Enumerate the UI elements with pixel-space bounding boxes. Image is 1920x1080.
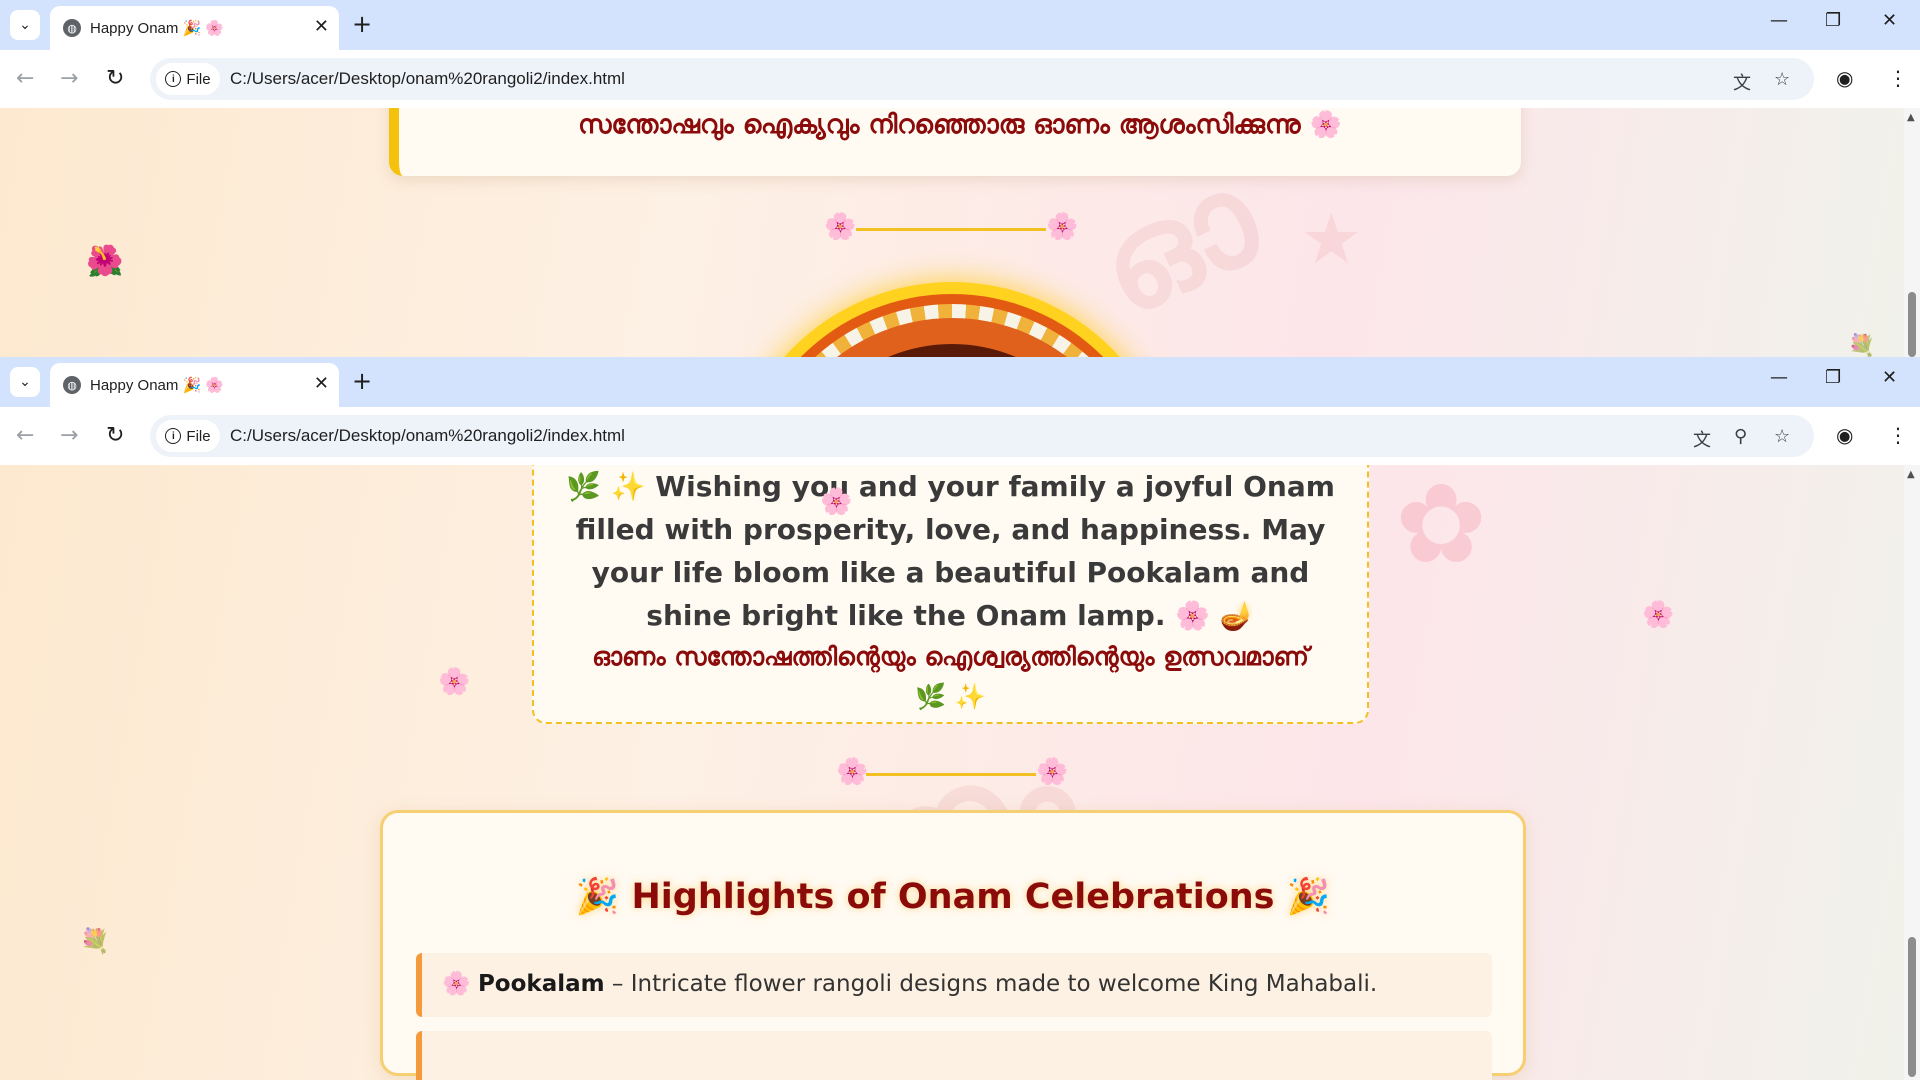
tab-search-button[interactable]: ⌄ — [10, 367, 40, 397]
browser-window-bottom: ⌄ ◍ Happy Onam 🎉 🌸 ✕ + — ❐ ✕ ← → ↻ i File… — [0, 357, 1920, 1080]
highlights-card: 🎉 Highlights of Onam Celebrations 🎉 🌸 Po… — [380, 810, 1526, 1080]
wish-message-box: 🌿 ✨ Wishing you and your family a joyful… — [532, 465, 1369, 724]
wish-malayalam: ഓണം സന്തോഷത്തിന്റെയും ഐശ്വര്യത്തിന്റെയും… — [592, 642, 1309, 711]
highlight-item-next — [416, 1031, 1492, 1080]
scroll-up-arrow[interactable]: ▲ — [1907, 469, 1915, 480]
scroll-up-arrow[interactable]: ▲ — [1907, 112, 1915, 123]
new-tab-button[interactable]: + — [352, 367, 372, 395]
highlight-name: Pookalam — [477, 971, 605, 997]
chevron-down-icon: ⌄ — [19, 17, 31, 33]
tab-happy-onam[interactable]: ◍ Happy Onam 🎉 🌸 ✕ — [50, 6, 339, 50]
reload-icon[interactable]: ↻ — [106, 66, 124, 91]
close-window-button[interactable]: ✕ — [1882, 367, 1897, 388]
bg-star-icon: ★ — [1300, 198, 1363, 280]
zoom-icon[interactable]: ⚲ — [1734, 426, 1747, 447]
site-info-chip[interactable]: i File — [156, 63, 220, 95]
floating-bouquet-icon: 💐 — [1848, 334, 1876, 357]
flower-icon: 🌸 — [442, 971, 471, 997]
tab-title: Happy Onam 🎉 🌸 — [90, 377, 225, 394]
back-icon[interactable]: ← — [16, 66, 34, 91]
greeting-malayalam: സന്തോഷവും ഐക്യവും നിറഞ്ഞൊരു ഓണം ആശംസിക്ക… — [578, 110, 1342, 140]
toolbar: ← → ↻ i File C:/Users/acer/Desktop/onam%2… — [0, 50, 1920, 109]
profile-icon[interactable]: ◉ — [1836, 423, 1853, 447]
divider-line — [856, 228, 1046, 231]
tab-strip: ⌄ ◍ Happy Onam 🎉 🌸 ✕ + — ❐ ✕ — [0, 357, 1920, 407]
tab-close-icon[interactable]: ✕ — [314, 16, 329, 37]
back-icon[interactable]: ← — [16, 423, 34, 448]
floating-bouquet-icon: 💐 — [80, 927, 110, 955]
site-chip-label: File — [186, 70, 211, 88]
info-icon: i — [165, 428, 182, 444]
minimize-button[interactable]: — — [1770, 367, 1788, 388]
globe-icon: ◍ — [63, 376, 81, 394]
floating-flower-icon: 🌸 — [438, 667, 471, 697]
floating-flower-icon: 🌸 — [1642, 600, 1675, 630]
reload-icon[interactable]: ↻ — [106, 423, 124, 448]
onam-lamp-rangoli — [727, 282, 1177, 357]
bg-flower-icon: ✿ — [1395, 465, 1488, 588]
browser-window-top: ⌄ ◍ Happy Onam 🎉 🌸 ✕ + — ❐ ✕ ← → ↻ i File… — [0, 0, 1920, 357]
close-window-button[interactable]: ✕ — [1882, 10, 1897, 31]
chevron-down-icon: ⌄ — [19, 374, 31, 390]
tab-strip: ⌄ ◍ Happy Onam 🎉 🌸 ✕ + — ❐ ✕ — [0, 0, 1920, 50]
scrollbar[interactable]: ▲ — [1904, 465, 1920, 1080]
translate-icon[interactable]: 文 — [1693, 426, 1711, 452]
scrollbar-thumb[interactable] — [1908, 937, 1916, 1077]
tab-close-icon[interactable]: ✕ — [314, 373, 329, 394]
site-info-chip[interactable]: i File — [156, 420, 220, 452]
forward-icon[interactable]: → — [60, 423, 78, 448]
divider-flower-icon: 🌸 — [824, 212, 857, 242]
highlight-item-pookalam: 🌸 Pookalam – Intricate flower rangoli de… — [416, 953, 1492, 1017]
address-bar[interactable]: i File C:/Users/acer/Desktop/onam%20rango… — [150, 58, 1814, 100]
restore-button[interactable]: ❐ — [1825, 367, 1841, 388]
translate-icon[interactable]: 文 — [1733, 69, 1751, 95]
greeting-card: സന്തോഷവും ഐക്യവും നിറഞ്ഞൊരു ഓണം ആശംസിക്ക… — [389, 108, 1521, 176]
info-icon: i — [165, 71, 182, 87]
divider-line — [866, 773, 1036, 776]
divider-flower-icon: 🌸 — [1046, 212, 1079, 242]
highlights-title: 🎉 Highlights of Onam Celebrations 🎉 — [575, 877, 1331, 917]
site-chip-label: File — [186, 427, 211, 445]
toolbar: ← → ↻ i File C:/Users/acer/Desktop/onam%2… — [0, 407, 1920, 466]
floating-flower-icon: 🌸 — [820, 487, 853, 517]
profile-icon[interactable]: ◉ — [1836, 66, 1853, 90]
url-text[interactable]: C:/Users/acer/Desktop/onam%20rangoli2/in… — [230, 426, 625, 446]
bookmark-star-icon[interactable]: ☆ — [1774, 69, 1790, 90]
wish-english: 🌿 ✨ Wishing you and your family a joyful… — [566, 470, 1335, 632]
divider-flower-icon: 🌸 — [1036, 757, 1069, 787]
restore-button[interactable]: ❐ — [1825, 10, 1841, 31]
page-content-bottom: ഓണം ✿ 🌿 ✨ Wishing you and your family a … — [0, 465, 1920, 1080]
bookmark-star-icon[interactable]: ☆ — [1774, 426, 1790, 447]
minimize-button[interactable]: — — [1770, 10, 1788, 31]
forward-icon[interactable]: → — [60, 66, 78, 91]
highlight-desc: – Intricate flower rangoli designs made … — [604, 971, 1378, 997]
floating-flower-icon: 🌺 — [86, 244, 124, 279]
address-bar[interactable]: i File C:/Users/acer/Desktop/onam%20rango… — [150, 415, 1814, 457]
scrollbar[interactable]: ▲ — [1904, 108, 1920, 357]
menu-kebab-icon[interactable]: ⋮ — [1888, 66, 1908, 90]
url-text[interactable]: C:/Users/acer/Desktop/onam%20rangoli2/in… — [230, 69, 625, 89]
tab-happy-onam[interactable]: ◍ Happy Onam 🎉 🌸 ✕ — [50, 363, 339, 407]
globe-icon: ◍ — [63, 19, 81, 37]
new-tab-button[interactable]: + — [352, 10, 372, 38]
scrollbar-thumb[interactable] — [1908, 292, 1916, 357]
menu-kebab-icon[interactable]: ⋮ — [1888, 423, 1908, 447]
divider-flower-icon: 🌸 — [836, 757, 869, 787]
page-content-top: ഓ ✿ ★ സന്തോഷവും ഐക്യവും നിറഞ്ഞൊരു ഓണം ആശ… — [0, 108, 1920, 357]
tab-search-button[interactable]: ⌄ — [10, 10, 40, 40]
tab-title: Happy Onam 🎉 🌸 — [90, 20, 225, 37]
